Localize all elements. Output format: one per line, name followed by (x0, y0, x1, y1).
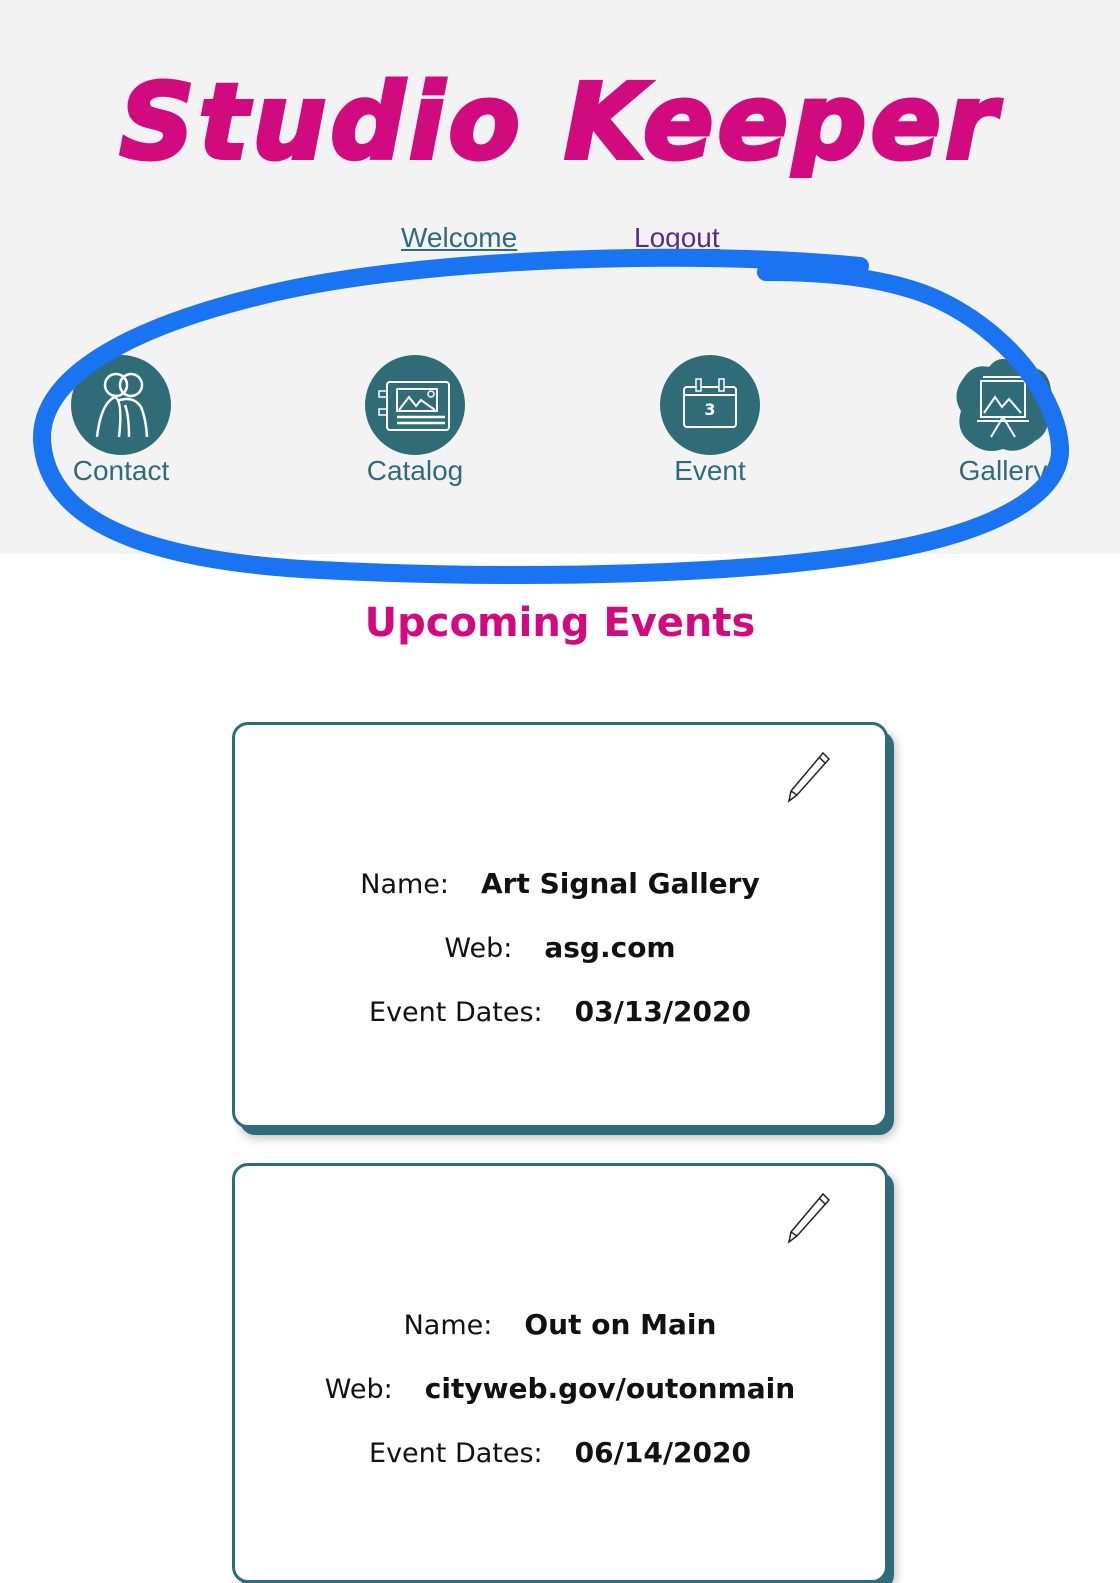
event-card: Name: Art Signal Gallery Web: asg.com Even… (232, 722, 888, 1128)
studio-keeper-logo: Studio Keeper (118, 59, 1002, 178)
nav-item-event[interactable]: 3 Event (640, 355, 780, 495)
event-name-row: Name: Out on Main (235, 1308, 885, 1341)
event-web-row: Web: asg.com (235, 931, 885, 964)
event-dates-value: 06/14/2020 (574, 1436, 751, 1469)
calendar-icon: 3 (660, 355, 760, 455)
event-dates-row: Event Dates: 06/14/2020 (235, 1436, 885, 1469)
event-name-label: Name: (403, 1310, 493, 1341)
nav-label-catalog: Catalog (366, 455, 464, 486)
event-dates-label: Event Dates: (369, 1438, 543, 1469)
people-icon (71, 355, 171, 455)
nav-item-contact[interactable]: Contact (51, 355, 191, 495)
nav-item-catalog[interactable]: Catalog (345, 355, 485, 495)
catalog-image-icon (365, 355, 465, 455)
logo-text: Studio Keeper (120, 61, 1002, 178)
nav-label-event: Event (674, 455, 746, 486)
event-dates-label: Event Dates: (369, 997, 543, 1028)
event-web-label: Web: (324, 1374, 393, 1405)
event-name-row: Name: Art Signal Gallery (235, 867, 885, 900)
event-web-value: asg.com (544, 931, 676, 964)
logout-link[interactable]: Logout (634, 222, 720, 254)
easel-icon (956, 359, 1052, 451)
event-dates-row: Event Dates: 03/13/2020 (235, 995, 885, 1028)
welcome-link[interactable]: Welcome (401, 222, 517, 254)
site-header: Studio Keeper Welcome Logout Contact Cat… (0, 0, 1120, 554)
nav-label-contact: Contact (72, 455, 170, 486)
event-web-value: cityweb.gov/outonmain (424, 1372, 796, 1405)
pencil-edit-icon[interactable] (783, 749, 833, 805)
event-name-value: Art Signal Gallery (481, 867, 760, 900)
upcoming-events-title: Upcoming Events (364, 600, 756, 646)
event-name-label: Name: (360, 869, 450, 900)
pencil-edit-icon[interactable] (783, 1190, 833, 1246)
nav-item-gallery[interactable]: Gallery (933, 355, 1073, 495)
event-web-label: Web: (444, 933, 513, 964)
event-dates-value: 03/13/2020 (574, 995, 751, 1028)
event-name-value: Out on Main (524, 1308, 717, 1341)
nav-label-gallery: Gallery (958, 455, 1048, 486)
event-web-row: Web: cityweb.gov/outonmain (235, 1372, 885, 1405)
event-card: Name: Out on Main Web: cityweb.gov/outonma… (232, 1163, 888, 1583)
svg-text:3: 3 (704, 400, 715, 419)
